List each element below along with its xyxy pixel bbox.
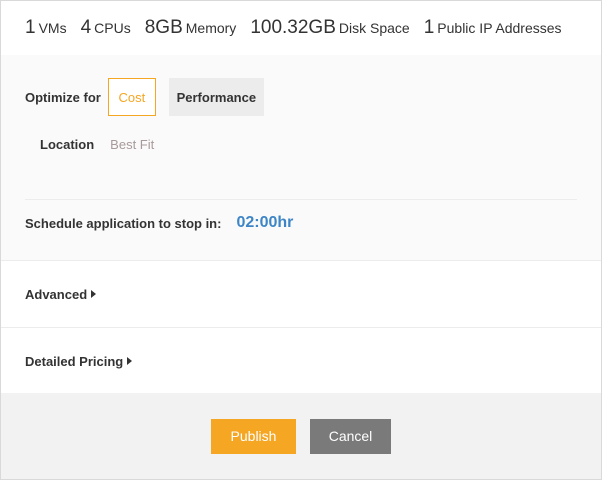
location-label: Location bbox=[40, 137, 95, 152]
summary-disk-amount: 100.32GB bbox=[250, 17, 336, 38]
detailed-pricing-label: Detailed Pricing bbox=[25, 353, 124, 369]
schedule-row: Schedule application to stop in: 02:00hr bbox=[25, 214, 293, 232]
advanced-label: Advanced bbox=[25, 286, 88, 302]
summary-disk: 100.32GB Disk Space bbox=[250, 17, 409, 39]
advanced-toggle[interactable]: Advanced bbox=[1, 260, 601, 327]
cancel-button[interactable]: Cancel bbox=[310, 418, 391, 454]
summary-cpus-count: 4 bbox=[80, 17, 92, 38]
summary-public-ips-count: 1 bbox=[423, 17, 435, 38]
detailed-pricing-toggle[interactable]: Detailed Pricing bbox=[1, 327, 601, 394]
caret-right-icon bbox=[91, 290, 97, 298]
location-row: Location Best Fit bbox=[40, 137, 154, 152]
location-value[interactable]: Best Fit bbox=[110, 137, 154, 152]
caret-right-icon bbox=[127, 357, 133, 365]
schedule-time-value[interactable]: 02:00hr bbox=[236, 214, 293, 232]
optimize-cost-button[interactable]: Cost bbox=[107, 78, 156, 116]
summary-memory: 8GB Memory bbox=[145, 17, 237, 39]
publish-button[interactable]: Publish bbox=[211, 418, 296, 454]
summary-memory-amount: 8GB bbox=[144, 17, 183, 38]
summary-cpus-unit: CPUs bbox=[94, 20, 131, 36]
summary-vms-count: 1 bbox=[25, 17, 36, 38]
publish-dialog: 1 VMs 4 CPUs 8GB Memory 100.32GB Disk Space … bbox=[0, 0, 602, 480]
summary-public-ips: 1 Public IP Addresses bbox=[424, 17, 562, 39]
schedule-label: Schedule application to stop in: bbox=[25, 215, 222, 231]
config-divider bbox=[25, 199, 577, 200]
optimize-performance-button[interactable]: Performance bbox=[168, 78, 264, 116]
summary-vms: 1 VMs bbox=[25, 17, 67, 39]
optimize-row: Optimize for Cost Performance bbox=[25, 78, 264, 116]
summary-disk-unit: Disk Space bbox=[338, 20, 410, 36]
optimize-label: Optimize for bbox=[25, 89, 101, 105]
summary-vms-unit: VMs bbox=[38, 20, 67, 36]
summary-public-ips-unit: Public IP Addresses bbox=[437, 20, 562, 36]
summary-memory-unit: Memory bbox=[185, 20, 237, 36]
config-panel: Optimize for Cost Performance Location B… bbox=[1, 55, 601, 260]
dialog-footer: Publish Cancel bbox=[1, 393, 601, 479]
resource-summary: 1 VMs 4 CPUs 8GB Memory 100.32GB Disk Space … bbox=[1, 1, 601, 55]
summary-cpus: 4 CPUs bbox=[81, 17, 131, 39]
